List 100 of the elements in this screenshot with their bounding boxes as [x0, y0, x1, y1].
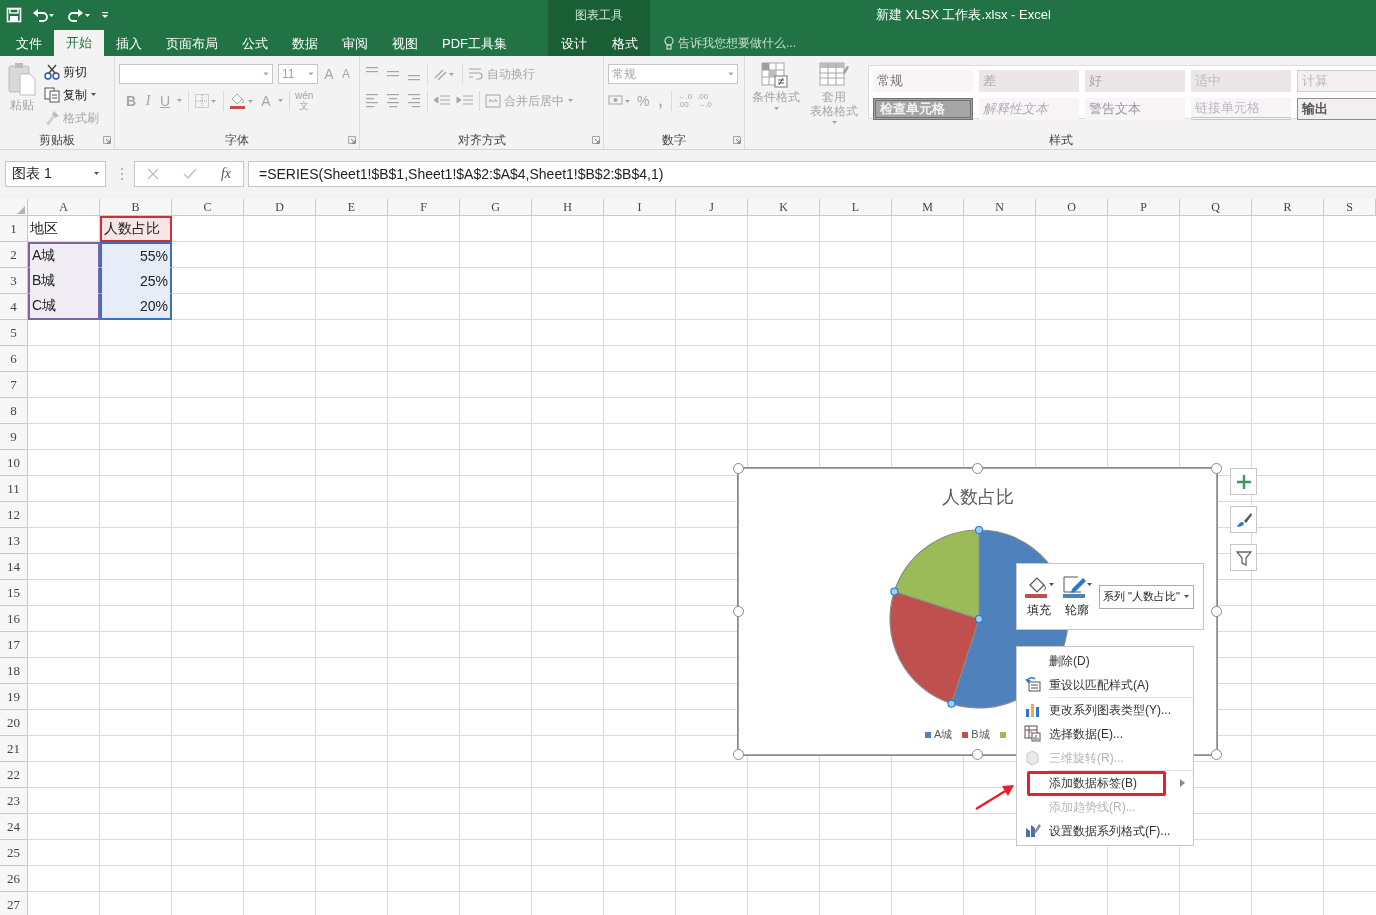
align-right-icon[interactable]	[406, 92, 422, 110]
row-header[interactable]: 13	[0, 528, 28, 554]
menu-item[interactable]: 删除(D)	[1017, 649, 1193, 673]
column-header[interactable]: A	[28, 199, 100, 216]
menu-item[interactable]: 重设以匹配样式(A)	[1017, 673, 1193, 697]
resize-handle[interactable]	[733, 606, 744, 617]
ribbon-tab[interactable]: 页面布局	[154, 32, 230, 56]
column-header[interactable]: S	[1324, 199, 1376, 216]
column-header[interactable]: C	[172, 199, 244, 216]
dialog-launcher-icon[interactable]	[348, 136, 356, 144]
menu-item[interactable]: 更改系列图表类型(Y)...	[1017, 698, 1193, 722]
column-header[interactable]: M	[892, 199, 964, 216]
dialog-launcher-icon[interactable]	[103, 136, 111, 144]
column-header[interactable]: Q	[1180, 199, 1252, 216]
ribbon-tab[interactable]: 审阅	[330, 32, 380, 56]
row-header[interactable]: 16	[0, 606, 28, 632]
column-header[interactable]: D	[244, 199, 316, 216]
row-header[interactable]: 7	[0, 372, 28, 398]
resize-handle[interactable]	[733, 463, 744, 474]
cancel-icon[interactable]	[146, 168, 159, 180]
row-header[interactable]: 2	[0, 242, 28, 268]
redo-icon[interactable]	[66, 7, 90, 23]
resize-handle[interactable]	[1211, 606, 1222, 617]
row-header[interactable]: 14	[0, 554, 28, 580]
series-dropdown[interactable]: 系列 "人数占比"	[1099, 584, 1194, 609]
cut-button[interactable]: 剪切	[44, 62, 99, 82]
row-header[interactable]: 18	[0, 658, 28, 684]
save-icon[interactable]	[6, 7, 22, 23]
row-header[interactable]: 10	[0, 450, 28, 476]
row-header[interactable]: 6	[0, 346, 28, 372]
selection-handle[interactable]	[974, 614, 984, 624]
row-header[interactable]: 12	[0, 502, 28, 528]
ribbon-tab[interactable]: PDF工具集	[430, 32, 519, 56]
dialog-launcher-icon[interactable]	[592, 136, 600, 144]
column-header[interactable]: P	[1108, 199, 1180, 216]
borders-icon[interactable]	[194, 93, 218, 109]
row-header[interactable]: 19	[0, 684, 28, 710]
row-header[interactable]: 24	[0, 814, 28, 840]
chart-title[interactable]: 人数占比	[739, 485, 1216, 509]
formula-field[interactable]: =SERIES(Sheet1!$B$1,Sheet1!$A$2:$A$4,Sheet1!$B$2:$B$4,1)	[248, 161, 1376, 187]
row-header[interactable]: 17	[0, 632, 28, 658]
font-name-field[interactable]	[119, 64, 273, 84]
column-header[interactable]: F	[388, 199, 460, 216]
row-header[interactable]: 1	[0, 216, 28, 242]
dialog-launcher-icon[interactable]	[733, 136, 741, 144]
row-header[interactable]: 4	[0, 294, 28, 320]
pie-slice[interactable]	[893, 529, 980, 620]
ribbon-tab[interactable]: 数据	[280, 32, 330, 56]
row-header[interactable]: 9	[0, 424, 28, 450]
column-header[interactable]: K	[748, 199, 820, 216]
menu-item[interactable]: 设置数据系列格式(F)...	[1017, 819, 1193, 843]
row-header[interactable]: 3	[0, 268, 28, 294]
row-header[interactable]: 27	[0, 892, 28, 915]
undo-icon[interactable]	[32, 7, 56, 23]
cell-style-option[interactable]: 输出	[1297, 98, 1376, 120]
row-header[interactable]: 26	[0, 866, 28, 892]
outline-button[interactable]: 轮廓	[1061, 574, 1093, 619]
ribbon-tab[interactable]: 文件	[4, 32, 54, 56]
ribbon-tab[interactable]: 公式	[230, 32, 280, 56]
row-header[interactable]: 21	[0, 736, 28, 762]
resize-handle[interactable]	[1211, 749, 1222, 760]
resize-handle[interactable]	[1211, 463, 1222, 474]
row-header[interactable]: 25	[0, 840, 28, 866]
chart-elements-button[interactable]	[1230, 468, 1257, 495]
chart-styles-button[interactable]	[1230, 506, 1257, 533]
row-header[interactable]: 23	[0, 788, 28, 814]
column-header[interactable]: H	[532, 199, 604, 216]
paint-bucket-icon[interactable]	[229, 92, 255, 110]
column-header[interactable]: O	[1036, 199, 1108, 216]
menu-item[interactable]: 选择数据(E)...	[1017, 722, 1193, 746]
chart-filters-button[interactable]	[1230, 544, 1257, 571]
row-header[interactable]: 22	[0, 762, 28, 788]
select-all-button[interactable]	[0, 199, 28, 216]
ribbon-tab[interactable]: 插入	[104, 32, 154, 56]
row-header[interactable]: 8	[0, 398, 28, 424]
column-header[interactable]: R	[1252, 199, 1324, 216]
insert-function-button[interactable]: fx	[220, 166, 231, 182]
row-header[interactable]: 5	[0, 320, 28, 346]
row-header[interactable]: 15	[0, 580, 28, 606]
ribbon-tab[interactable]: 视图	[380, 32, 430, 56]
selection-handle[interactable]	[947, 699, 956, 708]
tell-me-field[interactable]: 告诉我您想要做什么...	[678, 34, 796, 52]
fill-button[interactable]: 填充	[1023, 574, 1055, 619]
column-header[interactable]: L	[820, 199, 892, 216]
resize-handle[interactable]	[733, 749, 744, 760]
row-header[interactable]: 11	[0, 476, 28, 502]
selection-handle[interactable]	[890, 587, 899, 596]
column-header[interactable]: N	[964, 199, 1036, 216]
cell-style-option[interactable]: 常规	[873, 70, 973, 92]
selection-handle[interactable]	[974, 525, 984, 535]
name-box[interactable]: 图表 1	[5, 161, 106, 187]
ribbon-tab[interactable]: 开始	[54, 30, 104, 56]
column-header[interactable]: G	[460, 199, 532, 216]
resize-handle[interactable]	[972, 749, 983, 760]
resize-handle[interactable]	[972, 463, 983, 474]
enter-icon[interactable]	[182, 168, 197, 180]
align-center-icon[interactable]	[385, 92, 401, 110]
align-left-icon[interactable]	[364, 92, 380, 110]
column-header[interactable]: B	[100, 199, 172, 216]
column-header[interactable]: E	[316, 199, 388, 216]
